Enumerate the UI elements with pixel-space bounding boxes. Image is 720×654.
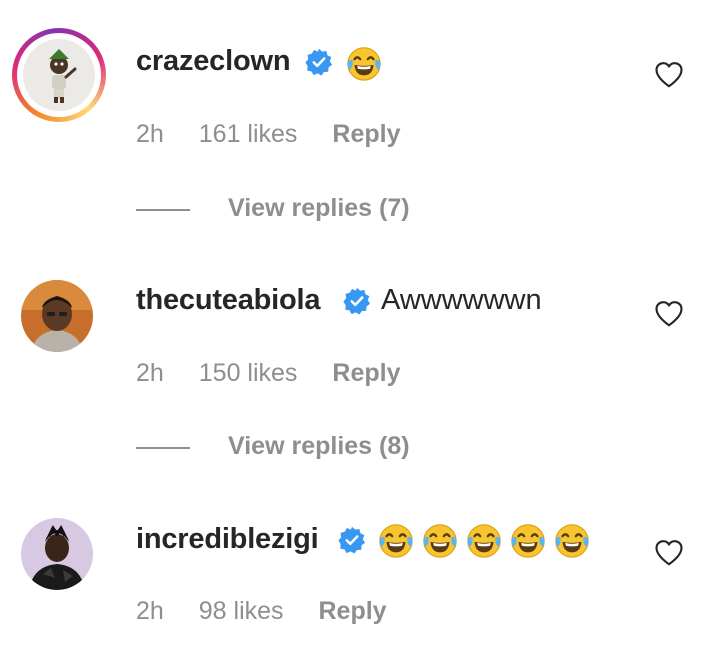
comment-text: Awwwwwwn <box>381 284 542 316</box>
view-replies-button[interactable]: View replies (7) <box>228 194 410 223</box>
story-ring[interactable] <box>12 28 106 122</box>
heart-icon[interactable] <box>654 538 684 568</box>
username[interactable]: thecuteabiola <box>136 284 321 317</box>
comment-meta: 2h 161 likes Reply <box>136 120 428 149</box>
replies-divider <box>136 209 190 211</box>
heart-icon[interactable] <box>654 299 684 329</box>
comment-meta: 2h 150 likes Reply <box>136 359 428 388</box>
avatar-image <box>21 518 93 590</box>
face-with-tears-of-joy-icon <box>345 44 383 82</box>
comment-time: 2h <box>136 359 164 387</box>
heart-icon[interactable] <box>654 60 684 90</box>
comment-meta: 2h 98 likes Reply <box>136 597 415 626</box>
avatar[interactable] <box>23 39 95 111</box>
username[interactable]: crazeclown <box>136 45 291 78</box>
likes-count[interactable]: 98 likes <box>199 597 284 625</box>
username[interactable]: incrediblezigi <box>136 523 319 556</box>
face-with-tears-of-joy-icon <box>465 521 503 559</box>
face-with-tears-of-joy-icon <box>377 521 415 559</box>
avatar[interactable] <box>21 518 93 590</box>
view-replies[interactable]: View replies (7) <box>136 194 436 224</box>
comment-time: 2h <box>136 597 164 625</box>
likes-count[interactable]: 150 likes <box>199 359 298 387</box>
verified-badge-icon <box>343 287 371 315</box>
comment-text <box>345 44 389 82</box>
reply-button[interactable]: Reply <box>332 359 400 387</box>
reply-button[interactable]: Reply <box>318 597 386 625</box>
replies-divider <box>136 447 190 449</box>
avatar[interactable] <box>21 280 93 352</box>
likes-count[interactable]: 161 likes <box>199 120 298 148</box>
avatar-image <box>23 39 95 111</box>
reply-button[interactable]: Reply <box>332 120 400 148</box>
view-replies[interactable]: View replies (8) <box>136 432 436 462</box>
face-with-tears-of-joy-icon <box>421 521 459 559</box>
view-replies-button[interactable]: View replies (8) <box>228 432 410 461</box>
face-with-tears-of-joy-icon <box>509 521 547 559</box>
verified-badge-icon <box>338 526 366 554</box>
comment-text <box>377 521 597 559</box>
comment-time: 2h <box>136 120 164 148</box>
avatar-image <box>21 280 93 352</box>
face-with-tears-of-joy-icon <box>553 521 591 559</box>
verified-badge-icon <box>305 48 333 76</box>
